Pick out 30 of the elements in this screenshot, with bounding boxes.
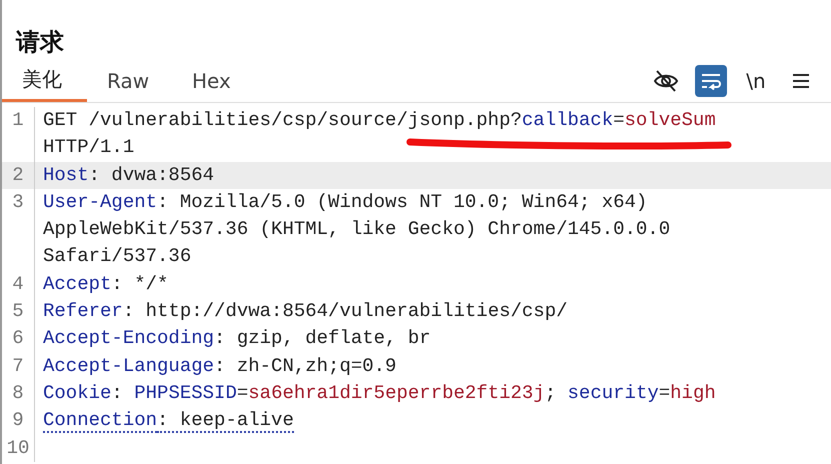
view-tab[interactable]: 美化 (2, 66, 87, 102)
code-line: GET /vulnerabilities/csp/source/jsonp.php?callback=solveSum (42, 108, 716, 133)
line-number: 8 (2, 380, 35, 408)
line-number: 4 (2, 270, 35, 298)
line-number: 7 (2, 352, 35, 380)
code-line: Accept-Language: zh-CN,zh;q=0.9 (42, 354, 396, 379)
line-number: 3 (2, 188, 35, 271)
code-line: AppleWebKit/537.36 (KHTML, like Gecko) Chrome/145.0.0.0 (42, 217, 670, 242)
wrap-toggle[interactable] (695, 65, 727, 97)
line-number: 6 (2, 325, 35, 353)
code-line: Host: dvwa:8564 (42, 162, 214, 188)
line-number: 10 (2, 434, 35, 462)
code-line: Referer: http://dvwa:8564/vulnerabilities/csp/ (42, 299, 568, 324)
line-number: 2 (2, 162, 35, 189)
eye-slash-icon (653, 70, 679, 92)
panel-title: 请求 (14, 27, 65, 58)
view-tab[interactable]: Raw (87, 69, 172, 102)
code-line: User-Agent: Mozilla/5.0 (Windows NT 10.0; Win64; x64) (42, 190, 648, 215)
code-line: Cookie: PHPSESSID=sa6ehra1dir5eperrbe2fti23j; security=high (42, 380, 716, 406)
code-line: Connection: keep-alive (42, 408, 294, 435)
code-line: Accept: */* (42, 272, 168, 297)
menu-icon (792, 73, 810, 89)
line-number: 5 (2, 298, 35, 326)
code-line: Safari/537.36 (42, 244, 192, 270)
code-line: Accept-Encoding: gzip, deflate, br (42, 326, 431, 352)
code-line: HTTP/1.1 (42, 135, 134, 160)
newline-toggle[interactable]: \n (740, 65, 772, 97)
wrap-icon (700, 72, 722, 90)
line-number: 9 (2, 407, 35, 435)
view-tab[interactable]: Hex (172, 69, 257, 102)
